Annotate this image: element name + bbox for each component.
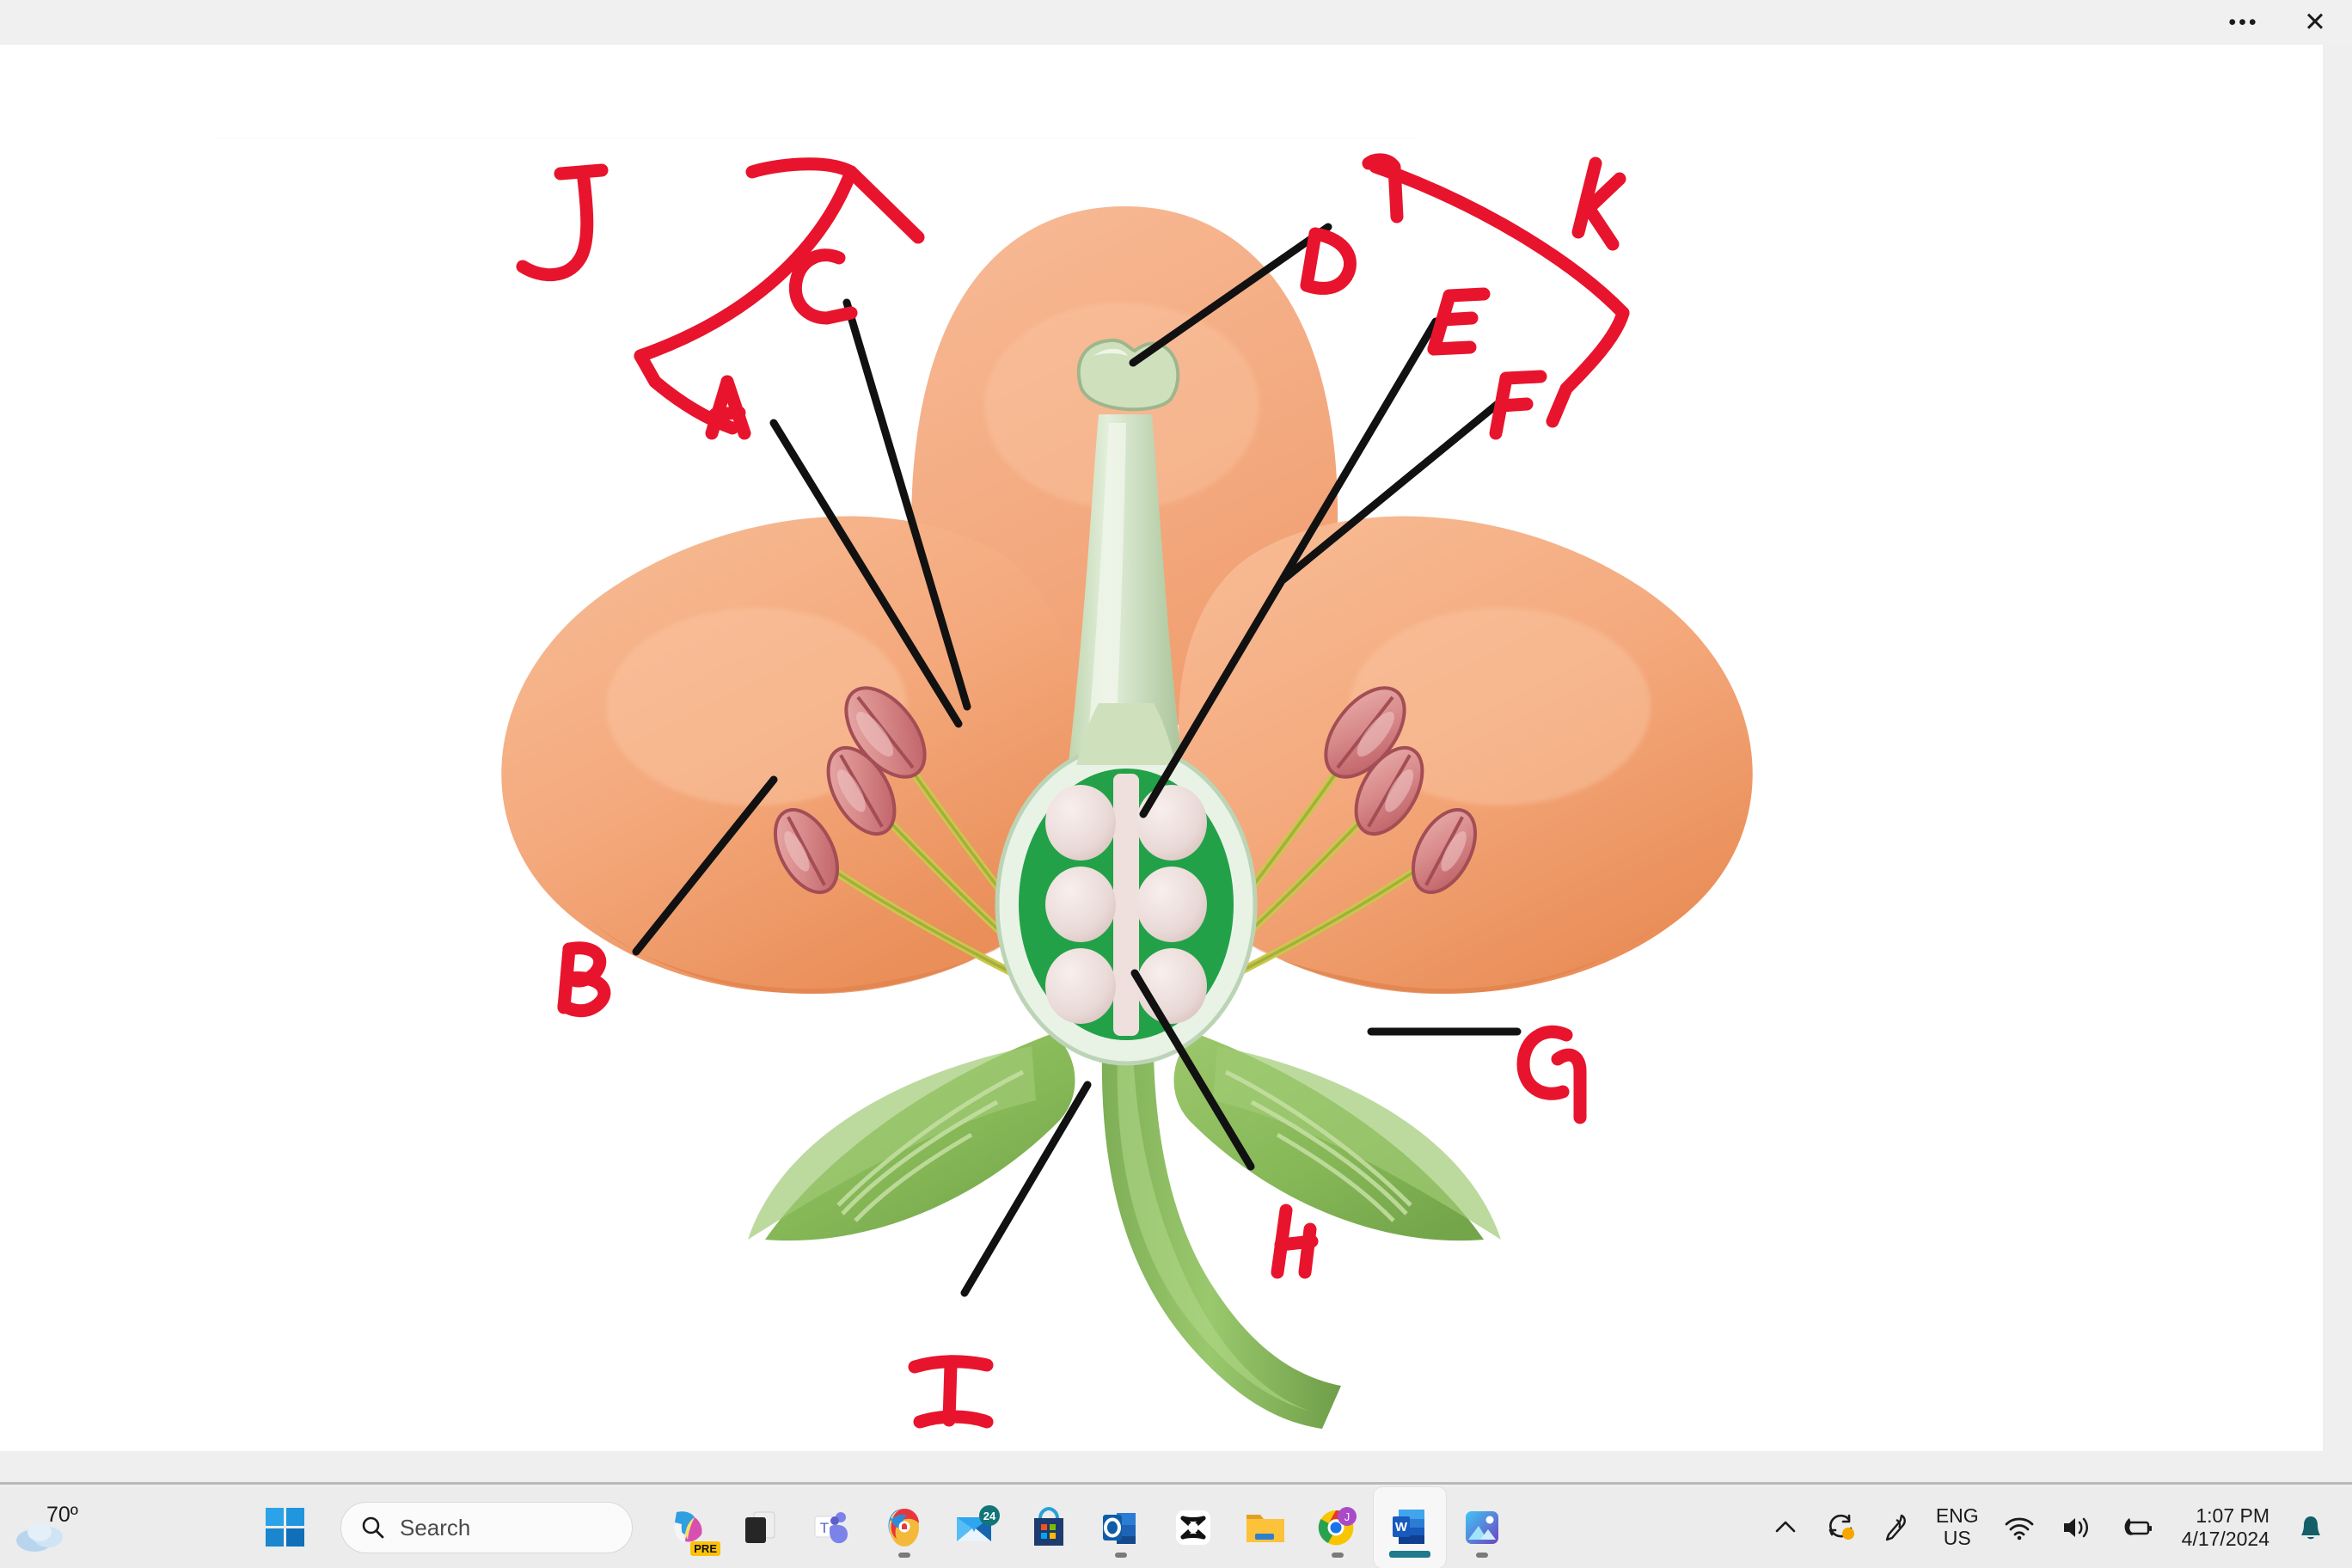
label-A: A [0,45,1,46]
chevron-up-icon [1775,1521,1796,1533]
label-F: F [0,45,1,46]
chrome-icon: J [1318,1507,1357,1546]
teams-icon: T [814,1512,848,1544]
chrome-profile-badge: J [1344,1510,1351,1523]
search-placeholder: Search [400,1514,471,1540]
taskbar-center-cluster: Search PRE T 24 J W [249,1487,1518,1568]
tray-battery-button[interactable] [2106,1487,2166,1568]
ink-letter-B [557,941,611,1018]
ink-letter-E [1427,287,1491,356]
svg-text:W: W [1395,1520,1408,1534]
pen-icon [1885,1514,1906,1541]
app-window: ••• ✕ 70º Search PRE T 24 J W ENG US 1:0… [0,0,2352,1568]
system-tray: ENG US 1:07 PM 4/17/2024 [1759,1487,2337,1568]
label-B: B [0,45,1,46]
close-icon[interactable]: ✕ [2278,0,2352,45]
taskbar-item-capcut[interactable] [1157,1487,1229,1568]
ink-letter-G [1516,1025,1587,1124]
edge-icon [888,1509,919,1547]
taskbar-item-chrome[interactable]: J [1302,1487,1374,1568]
mail-unread-badge: 24 [983,1510,996,1522]
running-indicator [1476,1553,1488,1558]
bell-icon [2301,1516,2320,1540]
canvas-gutter-bottom [0,1451,2352,1485]
window-titlebar: ••• ✕ [0,0,2352,45]
start-button[interactable] [249,1487,322,1568]
label-H: H [0,45,1,46]
outlook-icon [1103,1513,1136,1544]
taskbar-item-word[interactable]: W [1374,1487,1446,1568]
tray-overflow-button[interactable] [1759,1487,1812,1568]
ink-letter-D [1300,227,1357,295]
weather-widget[interactable]: 70º [15,1501,110,1554]
taskbar-item-task-view[interactable] [724,1487,796,1568]
language-line-1: ENG [1935,1504,1979,1528]
running-indicator [1115,1553,1127,1558]
clock[interactable]: 1:07 PM 4/17/2024 [2166,1487,2285,1568]
red-ink-annotations[interactable]: A B C D E F G H I J K [0,45,2323,1451]
taskbar-item-file-explorer[interactable] [1229,1487,1302,1568]
store-icon [1034,1506,1063,1546]
svg-text:T: T [820,1520,829,1536]
taskbar-item-edge[interactable] [868,1487,940,1568]
taskbar-item-teams[interactable]: T [796,1487,868,1568]
ink-letter-K [1571,156,1626,251]
document-canvas[interactable]: A B C D E F G H I J K [0,45,2323,1451]
weather-temperature: 70º [46,1503,78,1527]
taskbar-item-mail[interactable]: 24 [940,1487,1013,1568]
ink-letter-J [516,163,609,282]
word-icon: W [1393,1510,1424,1544]
running-indicator [898,1553,910,1558]
more-options-button[interactable]: ••• [2209,0,2278,45]
photos-icon [1466,1511,1498,1544]
taskbar-item-photos[interactable] [1446,1487,1518,1568]
canvas-gutter-right [2323,45,2352,1451]
speaker-icon [2063,1517,2088,1538]
language-line-2: US [1943,1527,1971,1549]
tray-volume-button[interactable] [2048,1487,2106,1568]
bracket-K-bottom [1546,306,1630,428]
search-input[interactable]: Search [340,1502,633,1553]
tray-pen-button[interactable] [1869,1487,1924,1568]
label-D: D [0,45,1,46]
taskbar-item-store[interactable] [1013,1487,1085,1568]
clock-date: 4/17/2024 [2181,1528,2269,1550]
taskbar-item-outlook[interactable] [1085,1487,1157,1568]
active-window-indicator [1389,1551,1430,1558]
label-I: I [0,45,1,46]
wifi-icon [2005,1517,2034,1540]
folder-icon [1246,1515,1284,1542]
tray-network-button[interactable] [1991,1487,2048,1568]
label-K: K [0,45,1,46]
tray-sync-button[interactable] [1812,1487,1869,1568]
label-C: C [0,45,1,46]
taskbar-item-copilot[interactable]: PRE [652,1487,724,1568]
sync-icon [1828,1514,1854,1540]
label-J: J [0,45,1,46]
language-indicator[interactable]: ENG US [1924,1487,1991,1568]
ink-letter-H [1271,1204,1319,1279]
search-icon [362,1516,384,1539]
tray-notifications-button[interactable] [2285,1487,2337,1568]
mail-icon: 24 [957,1505,1000,1541]
ink-letter-F [1489,370,1547,440]
task-view-icon [745,1511,775,1543]
label-G: G [0,45,1,46]
bracket-J-diag [634,165,858,363]
taskbar: 70º Search PRE T 24 J W ENG US 1:07 PM 4… [0,1487,2352,1568]
label-E: E [0,45,1,46]
capcut-icon [1176,1510,1210,1545]
running-indicator [1332,1553,1344,1558]
copilot-preview-badge: PRE [690,1541,720,1556]
ink-letter-I [908,1355,994,1429]
ink-letter-C [788,248,858,325]
windows-logo-icon [266,1508,304,1547]
clock-time: 1:07 PM [2196,1504,2269,1527]
battery-saver-icon [2124,1518,2152,1535]
